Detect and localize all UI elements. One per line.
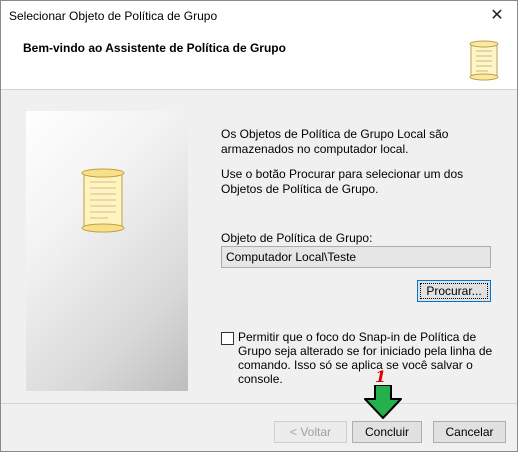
gpo-field[interactable]: Computador Local\Teste: [221, 246, 491, 268]
arrow-down-icon: [364, 385, 402, 419]
title-bar[interactable]: Selecionar Objeto de Política de Grupo ✕: [1, 1, 517, 31]
footer-divider: [1, 403, 517, 404]
cancel-button[interactable]: Cancelar: [433, 421, 506, 443]
wizard-header: Bem-vindo ao Assistente de Política de G…: [1, 31, 517, 90]
step-number-marker: 1: [375, 367, 387, 386]
wizard-side-panel: [26, 111, 188, 391]
dialog-window: Selecionar Objeto de Política de Grupo ✕…: [0, 0, 518, 452]
finish-button[interactable]: Concluir: [352, 421, 422, 443]
scroll-icon: [469, 40, 499, 81]
window-title: Selecionar Objeto de Política de Grupo: [9, 9, 218, 23]
header-title: Bem-vindo ao Assistente de Política de G…: [23, 41, 286, 55]
scroll-icon: [81, 168, 125, 233]
close-icon[interactable]: ✕: [487, 6, 507, 26]
instruction-text: Use o botão Procurar para selecionar um …: [221, 167, 464, 196]
allow-focus-checkbox[interactable]: [221, 332, 234, 345]
wizard-content: Os Objetos de Política de Grupo Local sã…: [1, 90, 517, 402]
back-button[interactable]: < Voltar: [274, 421, 347, 443]
browse-button[interactable]: Procurar...: [417, 280, 491, 302]
intro-text: Os Objetos de Política de Grupo Local sã…: [221, 127, 449, 156]
gpo-label: Objeto de Política de Grupo:: [221, 231, 373, 245]
allow-focus-label[interactable]: Permitir que o foco do Snap-in de Políti…: [238, 330, 500, 386]
